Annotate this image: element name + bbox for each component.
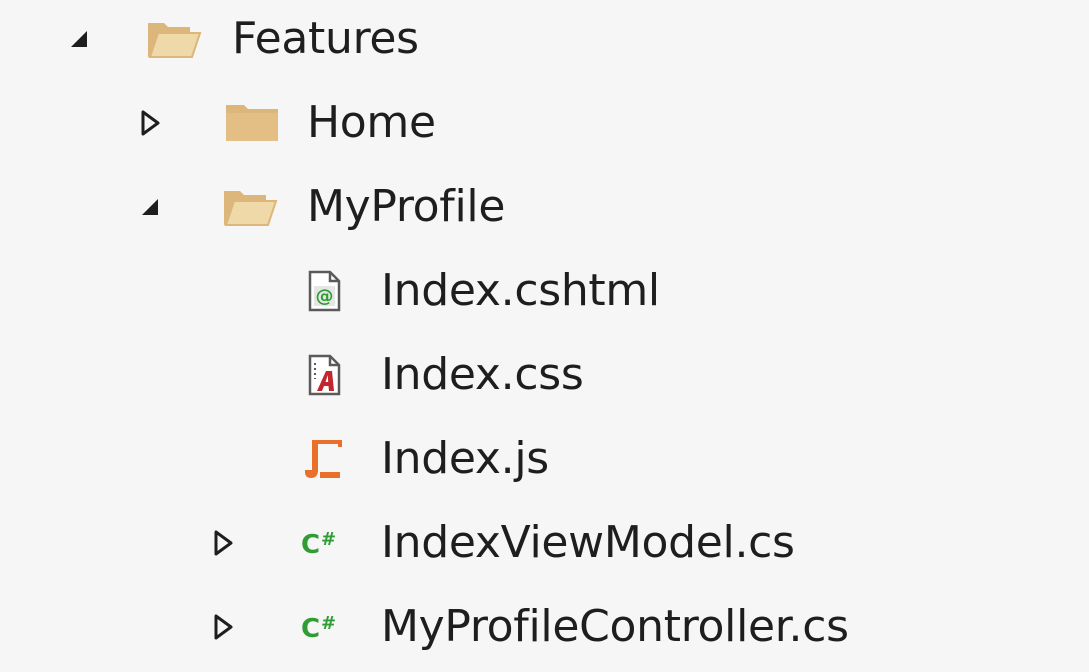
- tree-node-label: MyProfile: [307, 181, 506, 232]
- solution-explorer-tree: Features Home MyProfile @ Index.cshtml I…: [0, 0, 1089, 672]
- css-file-icon: [296, 350, 352, 400]
- tree-node-index-css[interactable]: Index.css: [0, 340, 1089, 410]
- svg-text:#: #: [321, 529, 335, 550]
- tree-node-features[interactable]: Features: [0, 4, 1089, 74]
- tree-node-index-cshtml[interactable]: @ Index.cshtml: [0, 256, 1089, 326]
- razor-file-icon: @: [296, 266, 352, 316]
- svg-text:C: C: [301, 614, 319, 644]
- svg-text:#: #: [321, 613, 335, 634]
- collapsed-arrow-icon[interactable]: [208, 606, 238, 648]
- tree-node-label: MyProfileController.cs: [381, 601, 849, 652]
- tree-node-home[interactable]: Home: [0, 88, 1089, 158]
- tree-node-index-js[interactable]: Index.js: [0, 424, 1089, 494]
- tree-node-indexviewmodel-cs[interactable]: C # IndexViewModel.cs: [0, 508, 1089, 578]
- tree-node-label: Features: [232, 13, 419, 64]
- tree-node-label: Home: [307, 97, 436, 148]
- collapsed-arrow-icon[interactable]: [208, 522, 238, 564]
- svg-text:@: @: [316, 286, 334, 307]
- tree-node-label: Index.cshtml: [381, 265, 660, 316]
- csharp-file-icon: C #: [297, 518, 353, 568]
- svg-text:C: C: [301, 530, 319, 560]
- folder-closed-icon: [224, 98, 280, 148]
- folder-open-icon: [222, 182, 278, 232]
- tree-node-label: Index.js: [381, 433, 549, 484]
- js-file-icon: [296, 434, 352, 484]
- expanded-arrow-icon[interactable]: [135, 186, 165, 228]
- tree-node-label: IndexViewModel.cs: [381, 517, 795, 568]
- folder-open-icon: [146, 14, 202, 64]
- tree-node-myprofile[interactable]: MyProfile: [0, 172, 1089, 242]
- expanded-arrow-icon[interactable]: [64, 18, 94, 60]
- tree-node-myprofilecontroller-cs[interactable]: C # MyProfileController.cs: [0, 592, 1089, 662]
- tree-node-label: Index.css: [381, 349, 584, 400]
- csharp-file-icon: C #: [297, 602, 353, 652]
- collapsed-arrow-icon[interactable]: [135, 102, 165, 144]
